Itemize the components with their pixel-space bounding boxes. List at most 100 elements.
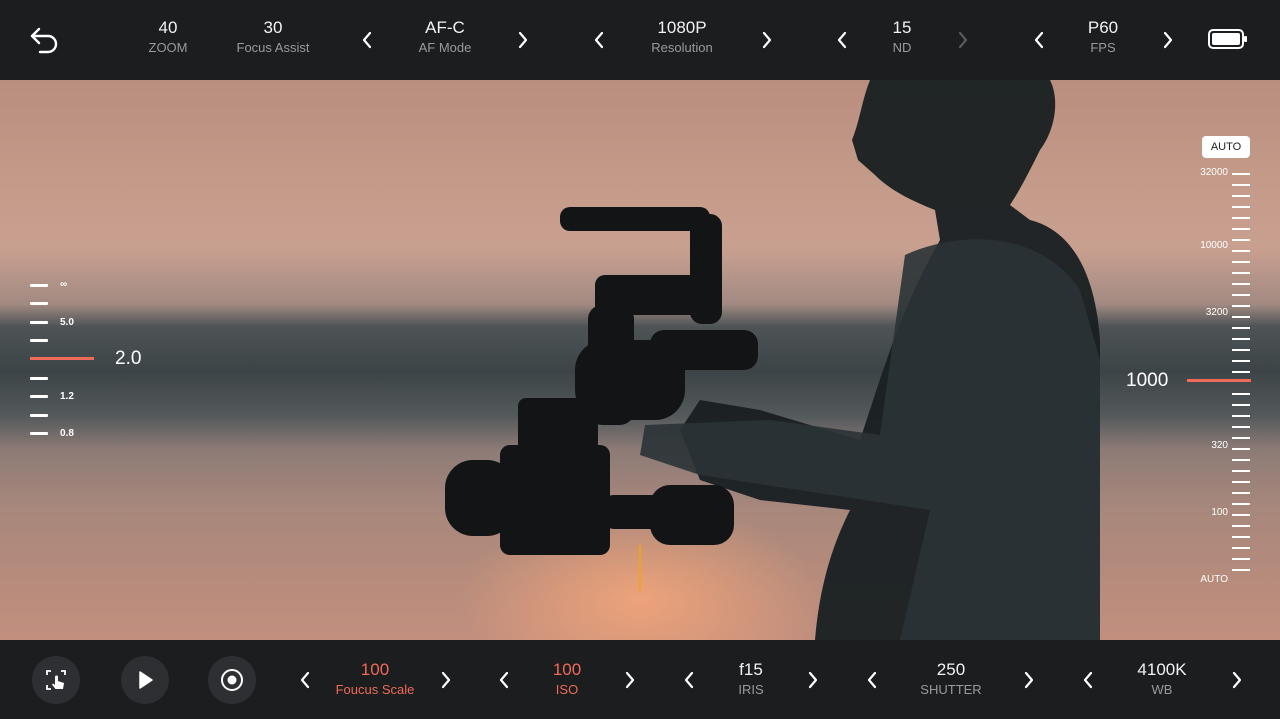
resolution-next-button[interactable]: [756, 29, 778, 51]
focus-scale-prev-button[interactable]: [294, 669, 316, 691]
focus-distance-scale[interactable]: ∞ 5.0 2.0 1.2 0.8: [0, 80, 160, 640]
iso-scale-tick: [1232, 250, 1250, 252]
shutter-prev-button[interactable]: [861, 669, 883, 691]
chevron-right-icon: [1024, 671, 1034, 689]
fps-label: FPS: [1090, 40, 1116, 55]
af-mode-control[interactable]: AF-C AF Mode: [419, 18, 472, 56]
resolution-control[interactable]: 1080P Resolution: [651, 18, 712, 56]
chevron-left-icon: [300, 671, 310, 689]
iso-scale-tick: [1232, 173, 1250, 175]
chevron-left-icon: [1034, 31, 1044, 49]
focus-scale-tick: [30, 321, 48, 324]
iso-prev-button[interactable]: [493, 669, 515, 691]
af-mode-label: AF Mode: [418, 40, 472, 55]
af-mode-next-button[interactable]: [512, 29, 534, 51]
focus-scale-next-button[interactable]: [435, 669, 457, 691]
focus-scale-tick: [30, 302, 48, 305]
chevron-right-icon: [441, 671, 451, 689]
focus-assist-control[interactable]: 30 Focus Assist: [237, 18, 310, 56]
resolution-prev-button[interactable]: [588, 29, 610, 51]
iso-scale-tick: [1232, 360, 1250, 362]
iso-control[interactable]: 100 ISO: [553, 660, 581, 698]
resolution-value: 1080P: [657, 18, 707, 37]
fps-prev-button[interactable]: [1028, 29, 1050, 51]
battery-icon: [1208, 29, 1247, 49]
iso-scale-tick: [1232, 349, 1250, 351]
iso-next-button[interactable]: [619, 669, 641, 691]
wb-prev-button[interactable]: [1077, 669, 1099, 691]
fps-next-button[interactable]: [1157, 29, 1179, 51]
touch-focus-icon: [46, 670, 66, 690]
iso-scale-tick: [1232, 305, 1250, 307]
focus-point-marker: [639, 545, 641, 591]
focus-scale-indicator[interactable]: [30, 357, 94, 360]
gimbal-rig: [445, 207, 758, 555]
iso-scale-tick: [1232, 536, 1250, 538]
iso-scale-indicator[interactable]: [1187, 379, 1251, 382]
chevron-left-icon: [1083, 671, 1093, 689]
touch-focus-button[interactable]: [32, 656, 80, 704]
wb-next-button[interactable]: [1226, 669, 1248, 691]
iso-scale-tick: [1232, 195, 1250, 197]
iso-scale-tick: [1232, 371, 1250, 373]
camera-viewfinder[interactable]: ∞ 5.0 2.0 1.2 0.8 AUTO 32000 10000 3200 …: [0, 80, 1280, 640]
chevron-right-icon: [762, 31, 772, 49]
wb-control[interactable]: 4100K WB: [1137, 660, 1186, 698]
iso-scale-tick: [1232, 492, 1250, 494]
focus-scale-tick: [30, 395, 48, 398]
playback-button[interactable]: [121, 656, 169, 704]
iso-scale-label: 320: [1211, 440, 1228, 451]
iso-scale-tick: [1232, 338, 1250, 340]
focus-scale-label: 5.0: [60, 317, 74, 328]
focus-scale-tick: [30, 339, 48, 342]
iso-scale-tick: [1232, 426, 1250, 428]
chevron-left-icon: [684, 671, 694, 689]
iso-scale-tick: [1232, 283, 1250, 285]
back-button[interactable]: [28, 24, 62, 56]
chevron-left-icon: [837, 31, 847, 49]
chevron-left-icon: [499, 671, 509, 689]
focus-scale-label: 1.2: [60, 391, 74, 402]
iso-scale-tick: [1232, 404, 1250, 406]
iso-scale-tick: [1232, 470, 1250, 472]
focus-assist-value: 30: [263, 18, 283, 37]
iso-scale-tick: [1232, 448, 1250, 450]
iris-prev-button[interactable]: [678, 669, 700, 691]
iris-next-button[interactable]: [802, 669, 824, 691]
bottom-toolbar: 100 Foucus Scale 100 ISO f15 IRIS 250 SH…: [0, 640, 1280, 719]
nd-label: ND: [892, 40, 912, 55]
wb-value: 4100K: [1137, 660, 1187, 679]
af-mode-prev-button[interactable]: [356, 29, 378, 51]
record-button[interactable]: [208, 656, 256, 704]
chevron-right-icon: [1163, 31, 1173, 49]
nd-next-button[interactable]: [952, 29, 974, 51]
shutter-control[interactable]: 250 SHUTTER: [920, 660, 981, 698]
iso-scale-tick: [1232, 393, 1250, 395]
top-toolbar: 40 ZOOM 30 Focus Assist AF-C AF Mode 108…: [0, 0, 1280, 80]
chevron-left-icon: [867, 671, 877, 689]
iso-scale[interactable]: 32000 10000 3200 1000 320 100 AUTO: [1100, 167, 1280, 590]
iso-scale-label: 10000: [1200, 240, 1228, 251]
iso-scale-tick: [1232, 525, 1250, 527]
chevron-left-icon: [362, 31, 372, 49]
iso-scale-tick: [1232, 437, 1250, 439]
focus-scale-tick: [30, 414, 48, 417]
focus-scale-control[interactable]: 100 Foucus Scale: [336, 660, 415, 698]
nd-control[interactable]: 15 ND: [893, 18, 912, 56]
shutter-next-button[interactable]: [1018, 669, 1040, 691]
focus-scale-label: 0.8: [60, 428, 74, 439]
iris-control[interactable]: f15 IRIS: [738, 660, 763, 698]
shutter-value: 250: [936, 660, 966, 679]
chevron-right-icon: [625, 671, 635, 689]
zoom-control[interactable]: 40 ZOOM: [149, 18, 188, 56]
zoom-value: 40: [158, 18, 178, 37]
iso-scale-label: 100: [1211, 507, 1228, 518]
iso-auto-button[interactable]: AUTO: [1202, 136, 1250, 158]
focus-scale-tick: [30, 377, 48, 380]
iso-scale-tick: [1232, 206, 1250, 208]
iso-label: ISO: [555, 682, 579, 697]
iso-scale-tick: [1232, 503, 1250, 505]
back-arrow-icon: [30, 27, 58, 54]
nd-prev-button[interactable]: [831, 29, 853, 51]
fps-control[interactable]: P60 FPS: [1088, 18, 1118, 56]
